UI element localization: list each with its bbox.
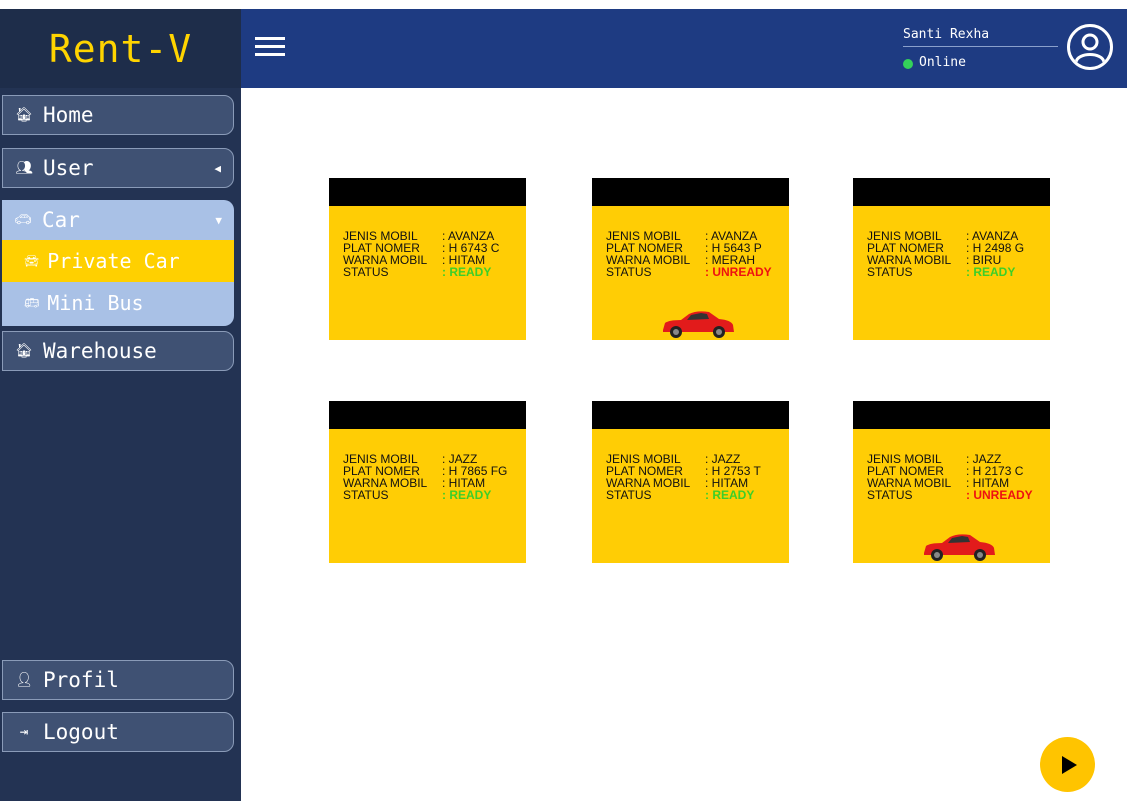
sidebar-item-warehouse-label: Warehouse (43, 339, 157, 363)
car-status: : READY (966, 265, 1016, 279)
red-car-icon (924, 534, 995, 561)
sidebar-group-car: 🚗︎ Car ▼ 🚘︎ Private Car 🚌︎ Mini Bus (2, 200, 234, 326)
car-status: : UNREADY (966, 488, 1033, 502)
sidebar-item-warehouse[interactable]: 🏠︎ Warehouse (2, 331, 234, 371)
card-header-bar (853, 401, 1050, 429)
car-info: JENIS MOBIL : AVANZA PLAT NOMER : H 2498… (867, 230, 1024, 278)
sidebar-item-mini-bus[interactable]: 🚌︎ Mini Bus (2, 282, 234, 324)
car-info: JENIS MOBIL : JAZZ PLAT NOMER : H 2753 T… (606, 453, 761, 501)
users-icon: 👥︎ (15, 160, 33, 176)
car-status: : READY (442, 265, 492, 279)
home-icon: 🏠︎ (15, 107, 33, 123)
label-status: STATUS (343, 265, 422, 279)
red-car-icon (663, 311, 734, 338)
car-icon: 🚗︎ (14, 212, 32, 228)
sidebar-item-private-car[interactable]: 🚘︎ Private Car (2, 240, 234, 282)
sidebar-item-logout-label: Logout (43, 720, 119, 744)
label-status: STATUS (867, 265, 946, 279)
top-bar: Santi Rexha Online (241, 9, 1127, 88)
caret-down-icon: ▼ (215, 213, 222, 227)
divider (903, 46, 1058, 47)
car-info: JENIS MOBIL : JAZZ PLAT NOMER : H 2173 C… (867, 453, 1033, 501)
avatar-icon[interactable] (1067, 24, 1113, 70)
car-card[interactable]: JENIS MOBIL : JAZZ PLAT NOMER : H 2173 C… (853, 401, 1050, 563)
label-status: STATUS (343, 488, 422, 502)
sidebar-item-car[interactable]: 🚗︎ Car ▼ (2, 200, 234, 240)
profile-icon: 👤︎ (15, 672, 33, 688)
car-status: : READY (442, 488, 492, 502)
car-card[interactable]: JENIS MOBIL : AVANZA PLAT NOMER : H 5643… (592, 178, 789, 340)
sidebar-item-user[interactable]: 👥︎ User ◀ (2, 148, 234, 188)
label-status: STATUS (606, 488, 685, 502)
sidebar: Rent-V 🏠︎ Home 👥︎ User ◀ 🚗︎ Car ▼ 🚘︎ Pri… (0, 9, 241, 801)
car-status: : READY (705, 488, 755, 502)
warehouse-icon: 🏠︎ (15, 343, 33, 359)
card-header-bar (853, 178, 1050, 206)
sidebar-item-mini-bus-label: Mini Bus (47, 291, 144, 315)
app-root: Rent-V 🏠︎ Home 👥︎ User ◀ 🚗︎ Car ▼ 🚘︎ Pri… (0, 0, 1127, 801)
sidebar-item-car-label: Car (42, 208, 80, 232)
play-icon (1061, 755, 1077, 774)
sidebar-item-user-label: User (43, 156, 94, 180)
sidebar-item-logout[interactable]: ⇥ Logout (2, 712, 234, 752)
card-header-bar (592, 178, 789, 206)
user-name: Santi Rexha (903, 27, 990, 42)
play-button[interactable] (1040, 737, 1095, 792)
logout-icon: ⇥ (19, 724, 29, 740)
car-info: JENIS MOBIL : JAZZ PLAT NOMER : H 7865 F… (343, 453, 507, 501)
user-status: Online (919, 55, 966, 70)
label-status: STATUS (606, 265, 685, 279)
car-info: JENIS MOBIL : AVANZA PLAT NOMER : H 5643… (606, 230, 772, 278)
sidebar-item-home-label: Home (43, 103, 94, 127)
menu-icon[interactable] (255, 37, 285, 57)
online-status-icon (903, 59, 913, 69)
car-info: JENIS MOBIL : AVANZA PLAT NOMER : H 6743… (343, 230, 499, 278)
label-status: STATUS (867, 488, 946, 502)
card-header-bar (592, 401, 789, 429)
private-car-icon: 🚘︎ (24, 254, 40, 268)
card-header-bar (329, 401, 526, 429)
car-card[interactable]: JENIS MOBIL : JAZZ PLAT NOMER : H 7865 F… (329, 401, 526, 563)
car-status: : UNREADY (705, 265, 772, 279)
logo-area: Rent-V (0, 9, 241, 88)
car-card[interactable]: JENIS MOBIL : AVANZA PLAT NOMER : H 2498… (853, 178, 1050, 340)
sidebar-item-profil[interactable]: 👤︎ Profil (2, 660, 234, 700)
sidebar-item-private-car-label: Private Car (47, 249, 180, 273)
car-card[interactable]: JENIS MOBIL : JAZZ PLAT NOMER : H 2753 T… (592, 401, 789, 563)
sidebar-item-profil-label: Profil (43, 668, 119, 692)
caret-left-icon: ◀ (214, 161, 221, 175)
sidebar-item-home[interactable]: 🏠︎ Home (2, 95, 234, 135)
car-card[interactable]: JENIS MOBIL : AVANZA PLAT NOMER : H 6743… (329, 178, 526, 340)
bus-icon: 🚌︎ (24, 296, 40, 310)
card-header-bar (329, 178, 526, 206)
app-logo: Rent-V (48, 26, 193, 71)
